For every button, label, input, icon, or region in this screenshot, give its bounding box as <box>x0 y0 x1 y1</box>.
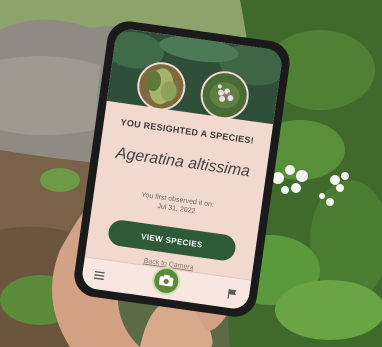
menu-icon[interactable] <box>93 270 105 281</box>
resight-headline: YOU RESIGHTED A SPECIES! <box>119 117 255 146</box>
flag-icon[interactable] <box>226 288 237 300</box>
camera-icon <box>158 274 174 287</box>
species-name: Ageratina altissima <box>114 144 252 181</box>
camera-button[interactable] <box>150 265 183 297</box>
